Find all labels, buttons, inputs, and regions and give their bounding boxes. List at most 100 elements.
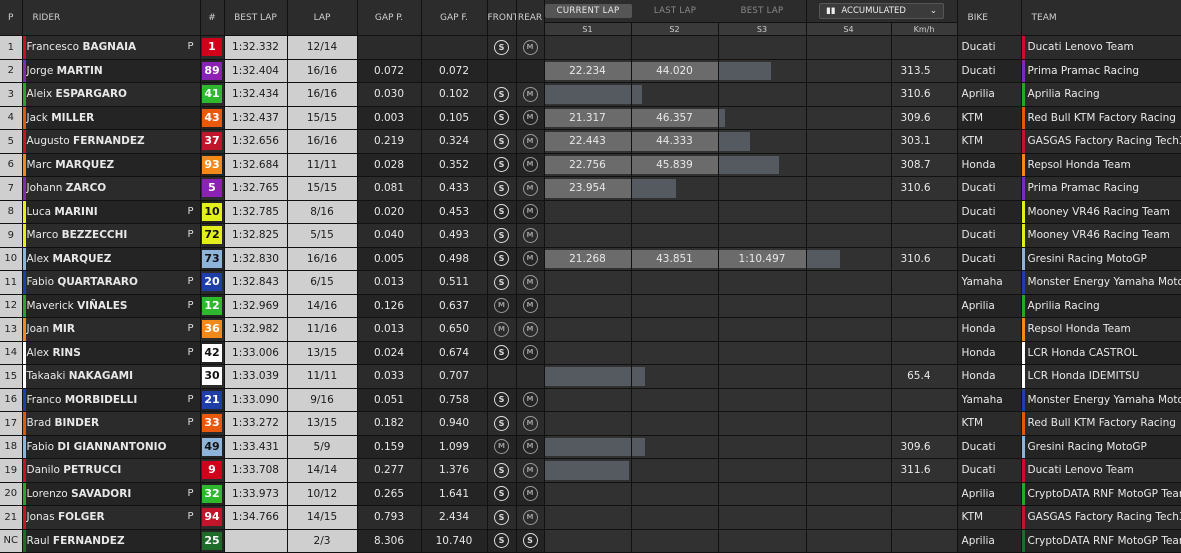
rear-tyre-cell: M bbox=[516, 482, 545, 506]
table-row[interactable]: 1 Francesco BAGNAIA P 1 1:32.332 12/14 S… bbox=[0, 35, 1181, 60]
rider-first-name: Maverick bbox=[26, 299, 74, 312]
table-row[interactable]: 15 Takaaki NAKAGAMI 30 1:33.039 11/11 0.… bbox=[0, 364, 1181, 389]
gap-f-cell: 0.324 bbox=[421, 129, 488, 154]
number-cell: 33 bbox=[200, 411, 225, 436]
best-lap-cell: 1:32.969 bbox=[224, 294, 288, 318]
gap-p-cell: 0.003 bbox=[357, 106, 422, 130]
speed-cell: 65.4 bbox=[891, 364, 958, 389]
team-color-bar bbox=[22, 83, 26, 106]
rider-last-name: DI GIANNANTONIO bbox=[57, 440, 167, 453]
sector-1-cell bbox=[544, 505, 632, 530]
rear-tyre-icon: M bbox=[522, 157, 538, 173]
rear-tyre-cell: S bbox=[516, 529, 545, 553]
header-best-lap: BEST LAP bbox=[224, 0, 288, 36]
table-row[interactable]: 19 Danilo PETRUCCI 9 1:33.708 14/14 0.27… bbox=[0, 458, 1181, 483]
best-lap-cell: 1:32.843 bbox=[224, 270, 288, 295]
rider-first-name: Lorenzo bbox=[26, 487, 68, 500]
table-row[interactable]: 2 Jorge MARTIN 89 1:32.404 16/16 0.072 0… bbox=[0, 59, 1181, 83]
tab-current-lap[interactable]: CURRENT LAP bbox=[544, 4, 632, 18]
gap-p-cell: 0.265 bbox=[357, 482, 422, 506]
best-lap-cell: 1:32.684 bbox=[224, 153, 288, 177]
rider-first-name: Alex bbox=[26, 252, 50, 265]
table-row[interactable]: 6 Marc MARQUEZ 93 1:32.684 11/11 0.028 0… bbox=[0, 153, 1181, 177]
table-row[interactable]: 17 Brad BINDER P 33 1:33.272 13/15 0.182… bbox=[0, 411, 1181, 436]
rider-last-name: MARTIN bbox=[56, 64, 103, 77]
team-color-bar bbox=[1021, 412, 1025, 435]
accumulated-dropdown[interactable]: ▮▮ ACCUMULATED ⌄ bbox=[819, 3, 945, 19]
table-row[interactable]: 3 Aleix ESPARGARO 41 1:32.434 16/16 0.03… bbox=[0, 82, 1181, 107]
table-row[interactable]: 20 Lorenzo SAVADORI P 32 1:33.973 10/12 … bbox=[0, 482, 1181, 506]
gap-f-cell: 0.352 bbox=[421, 153, 488, 177]
lap-cell: 11/16 bbox=[287, 317, 358, 342]
gap-f-cell: 0.102 bbox=[421, 82, 488, 107]
rider-cell: Brad BINDER P bbox=[22, 411, 201, 436]
rider-first-name: Jonas bbox=[26, 511, 55, 524]
speed-cell: 303.1 bbox=[891, 129, 958, 154]
header-s2: S2 bbox=[631, 22, 719, 36]
rider-last-name: MARQUEZ bbox=[52, 252, 112, 265]
rider-number-badge: 41 bbox=[202, 85, 222, 104]
sector-3-cell bbox=[718, 106, 807, 130]
position-cell: 7 bbox=[0, 176, 23, 201]
bar-chart-icon: ▮▮ bbox=[826, 6, 836, 16]
bike-cell: Honda bbox=[957, 317, 1022, 342]
sector-3-cell bbox=[718, 411, 807, 436]
rider-number-badge: 9 bbox=[202, 461, 222, 480]
header-team: TEAM bbox=[1021, 0, 1181, 36]
rider-number-badge: 21 bbox=[202, 390, 222, 409]
table-row[interactable]: 9 Marco BEZZECCHI P 72 1:32.825 5/15 0.0… bbox=[0, 223, 1181, 248]
team-color-bar bbox=[22, 271, 26, 294]
team-color-bar bbox=[22, 529, 26, 552]
table-row[interactable]: 5 Augusto FERNANDEZ 37 1:32.656 16/16 0.… bbox=[0, 129, 1181, 154]
best-lap-cell: 1:33.090 bbox=[224, 388, 288, 412]
gap-p-cell: 0.020 bbox=[357, 200, 422, 224]
table-row[interactable]: 16 Franco MORBIDELLI P 21 1:33.090 9/16 … bbox=[0, 388, 1181, 412]
best-lap-cell: 1:32.434 bbox=[224, 82, 288, 107]
sector-2-cell bbox=[631, 176, 719, 201]
number-cell: 89 bbox=[200, 59, 225, 83]
team-name: Gresini Racing MotoGP bbox=[1027, 252, 1147, 265]
rear-tyre-icon: M bbox=[522, 227, 538, 243]
best-lap-cell: 1:32.765 bbox=[224, 176, 288, 201]
table-row[interactable]: 10 Alex MARQUEZ 73 1:32.830 16/16 0.005 … bbox=[0, 247, 1181, 271]
speed-cell bbox=[891, 529, 958, 553]
best-lap-cell: 1:33.272 bbox=[224, 411, 288, 436]
table-row[interactable]: 4 Jack MILLER 43 1:32.437 15/15 0.003 0.… bbox=[0, 106, 1181, 130]
best-lap-cell: 1:32.825 bbox=[224, 223, 288, 248]
header-number: # bbox=[200, 0, 225, 36]
rear-tyre-cell: M bbox=[516, 341, 545, 365]
table-row[interactable]: 14 Alex RINS P 42 1:33.006 13/15 0.024 0… bbox=[0, 341, 1181, 365]
best-lap-cell: 1:32.437 bbox=[224, 106, 288, 130]
team-color-bar bbox=[22, 200, 26, 223]
table-row[interactable]: 13 Joan MIR P 36 1:32.982 11/16 0.013 0.… bbox=[0, 317, 1181, 342]
sector-2-cell: 46.357 bbox=[631, 106, 719, 130]
tab-last-lap[interactable]: LAST LAP bbox=[632, 6, 719, 16]
gap-p-cell: 0.793 bbox=[357, 505, 422, 530]
front-tyre-cell: S bbox=[487, 341, 517, 365]
timing-table: P RIDER # BEST LAP LAP GAP P. GAP F. FRO… bbox=[0, 0, 1181, 553]
table-row[interactable]: 11 Fabio QUARTARARO P 20 1:32.843 6/15 0… bbox=[0, 270, 1181, 295]
table-row[interactable]: 8 Luca MARINI P 10 1:32.785 8/16 0.020 0… bbox=[0, 200, 1181, 224]
best-lap-cell: 1:32.656 bbox=[224, 129, 288, 154]
rider-number-badge: 43 bbox=[202, 108, 222, 127]
team-color-bar bbox=[1021, 200, 1025, 223]
gap-p-cell: 0.033 bbox=[357, 364, 422, 389]
table-row[interactable]: 7 Johann ZARCO 5 1:32.765 15/15 0.081 0.… bbox=[0, 176, 1181, 201]
table-row[interactable]: NC Raul FERNANDEZ 25 2/3 8.306 10.740 S … bbox=[0, 529, 1181, 553]
sector-3-cell bbox=[718, 529, 807, 553]
lap-cell: 10/12 bbox=[287, 482, 358, 506]
sector-3-cell bbox=[718, 35, 807, 60]
rider-cell: Marc MARQUEZ bbox=[22, 153, 201, 177]
table-row[interactable]: 18 Fabio DI GIANNANTONIO 49 1:33.431 5/9… bbox=[0, 435, 1181, 459]
table-row[interactable]: 12 Maverick VIÑALES P 12 1:32.969 14/16 … bbox=[0, 294, 1181, 318]
sector-4-cell bbox=[806, 458, 892, 483]
sector-2-cell-time: 44.020 bbox=[656, 64, 693, 77]
gap-p-cell: 0.072 bbox=[357, 59, 422, 83]
rear-tyre-icon: M bbox=[522, 392, 538, 408]
rider-cell: Alex RINS P bbox=[22, 341, 201, 365]
table-row[interactable]: 21 Jonas FOLGER P 94 1:34.766 14/15 0.79… bbox=[0, 505, 1181, 530]
front-tyre-icon: S bbox=[494, 533, 509, 549]
tab-best-lap[interactable]: BEST LAP bbox=[719, 6, 806, 16]
rider-cell: Lorenzo SAVADORI P bbox=[22, 482, 201, 506]
front-tyre-cell: S bbox=[487, 270, 517, 295]
